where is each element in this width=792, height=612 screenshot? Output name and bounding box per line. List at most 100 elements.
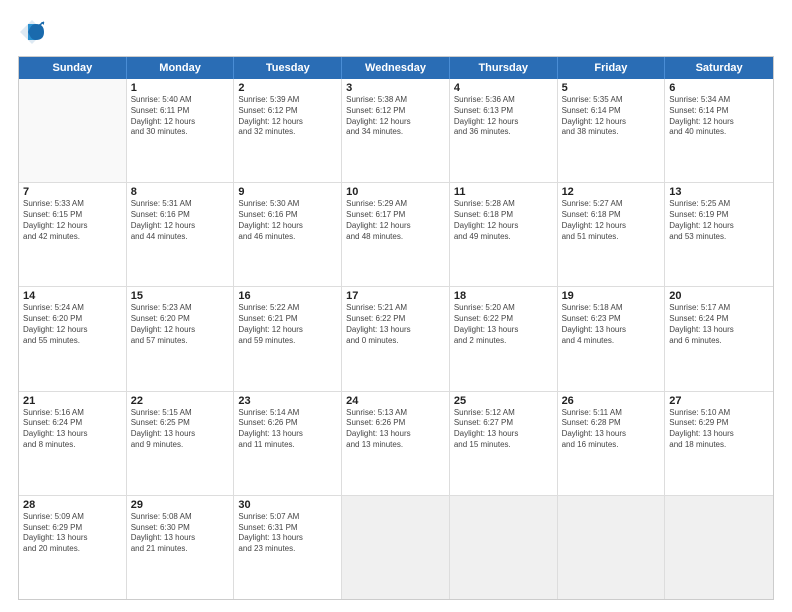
week-row-1: 1Sunrise: 5:40 AM Sunset: 6:11 PM Daylig… [19,79,773,183]
day-number: 18 [454,290,553,302]
day-number: 17 [346,290,445,302]
day-info: Sunrise: 5:35 AM Sunset: 6:14 PM Dayligh… [562,95,661,138]
day-number: 26 [562,395,661,407]
day-cell-2: 2Sunrise: 5:39 AM Sunset: 6:12 PM Daylig… [234,79,342,182]
day-info: Sunrise: 5:18 AM Sunset: 6:23 PM Dayligh… [562,303,661,346]
empty-cell [19,79,127,182]
day-cell-20: 20Sunrise: 5:17 AM Sunset: 6:24 PM Dayli… [665,287,773,390]
logo [18,18,50,46]
day-number: 5 [562,82,661,94]
day-number: 21 [23,395,122,407]
day-cell-28: 28Sunrise: 5:09 AM Sunset: 6:29 PM Dayli… [19,496,127,599]
day-cell-7: 7Sunrise: 5:33 AM Sunset: 6:15 PM Daylig… [19,183,127,286]
logo-icon [18,18,46,46]
day-info: Sunrise: 5:33 AM Sunset: 6:15 PM Dayligh… [23,199,122,242]
day-info: Sunrise: 5:13 AM Sunset: 6:26 PM Dayligh… [346,408,445,451]
day-number: 24 [346,395,445,407]
day-number: 8 [131,186,230,198]
day-number: 9 [238,186,337,198]
week-row-2: 7Sunrise: 5:33 AM Sunset: 6:15 PM Daylig… [19,183,773,287]
day-cell-21: 21Sunrise: 5:16 AM Sunset: 6:24 PM Dayli… [19,392,127,495]
calendar: SundayMondayTuesdayWednesdayThursdayFrid… [18,56,774,600]
day-cell-16: 16Sunrise: 5:22 AM Sunset: 6:21 PM Dayli… [234,287,342,390]
day-cell-12: 12Sunrise: 5:27 AM Sunset: 6:18 PM Dayli… [558,183,666,286]
day-number: 1 [131,82,230,94]
week-row-3: 14Sunrise: 5:24 AM Sunset: 6:20 PM Dayli… [19,287,773,391]
day-number: 6 [669,82,769,94]
day-cell-5: 5Sunrise: 5:35 AM Sunset: 6:14 PM Daylig… [558,79,666,182]
empty-cell [558,496,666,599]
day-cell-6: 6Sunrise: 5:34 AM Sunset: 6:14 PM Daylig… [665,79,773,182]
day-number: 4 [454,82,553,94]
day-number: 13 [669,186,769,198]
day-info: Sunrise: 5:25 AM Sunset: 6:19 PM Dayligh… [669,199,769,242]
day-number: 3 [346,82,445,94]
header-day-tuesday: Tuesday [234,57,342,79]
day-info: Sunrise: 5:09 AM Sunset: 6:29 PM Dayligh… [23,512,122,555]
day-cell-27: 27Sunrise: 5:10 AM Sunset: 6:29 PM Dayli… [665,392,773,495]
day-number: 30 [238,499,337,511]
day-number: 25 [454,395,553,407]
day-cell-3: 3Sunrise: 5:38 AM Sunset: 6:12 PM Daylig… [342,79,450,182]
day-info: Sunrise: 5:34 AM Sunset: 6:14 PM Dayligh… [669,95,769,138]
day-number: 10 [346,186,445,198]
day-info: Sunrise: 5:16 AM Sunset: 6:24 PM Dayligh… [23,408,122,451]
day-number: 27 [669,395,769,407]
day-info: Sunrise: 5:29 AM Sunset: 6:17 PM Dayligh… [346,199,445,242]
day-cell-4: 4Sunrise: 5:36 AM Sunset: 6:13 PM Daylig… [450,79,558,182]
day-number: 28 [23,499,122,511]
day-cell-29: 29Sunrise: 5:08 AM Sunset: 6:30 PM Dayli… [127,496,235,599]
day-cell-17: 17Sunrise: 5:21 AM Sunset: 6:22 PM Dayli… [342,287,450,390]
header-day-monday: Monday [127,57,235,79]
day-info: Sunrise: 5:39 AM Sunset: 6:12 PM Dayligh… [238,95,337,138]
day-number: 15 [131,290,230,302]
day-cell-23: 23Sunrise: 5:14 AM Sunset: 6:26 PM Dayli… [234,392,342,495]
calendar-header: SundayMondayTuesdayWednesdayThursdayFrid… [19,57,773,79]
day-cell-15: 15Sunrise: 5:23 AM Sunset: 6:20 PM Dayli… [127,287,235,390]
day-number: 23 [238,395,337,407]
day-cell-30: 30Sunrise: 5:07 AM Sunset: 6:31 PM Dayli… [234,496,342,599]
day-info: Sunrise: 5:22 AM Sunset: 6:21 PM Dayligh… [238,303,337,346]
day-number: 19 [562,290,661,302]
day-cell-13: 13Sunrise: 5:25 AM Sunset: 6:19 PM Dayli… [665,183,773,286]
day-number: 11 [454,186,553,198]
calendar-body: 1Sunrise: 5:40 AM Sunset: 6:11 PM Daylig… [19,79,773,599]
day-number: 22 [131,395,230,407]
day-info: Sunrise: 5:24 AM Sunset: 6:20 PM Dayligh… [23,303,122,346]
day-info: Sunrise: 5:10 AM Sunset: 6:29 PM Dayligh… [669,408,769,451]
header-day-sunday: Sunday [19,57,127,79]
header-day-saturday: Saturday [665,57,773,79]
day-cell-1: 1Sunrise: 5:40 AM Sunset: 6:11 PM Daylig… [127,79,235,182]
day-info: Sunrise: 5:08 AM Sunset: 6:30 PM Dayligh… [131,512,230,555]
header-day-friday: Friday [558,57,666,79]
day-number: 29 [131,499,230,511]
day-number: 12 [562,186,661,198]
week-row-4: 21Sunrise: 5:16 AM Sunset: 6:24 PM Dayli… [19,392,773,496]
day-cell-22: 22Sunrise: 5:15 AM Sunset: 6:25 PM Dayli… [127,392,235,495]
day-info: Sunrise: 5:30 AM Sunset: 6:16 PM Dayligh… [238,199,337,242]
week-row-5: 28Sunrise: 5:09 AM Sunset: 6:29 PM Dayli… [19,496,773,599]
day-number: 2 [238,82,337,94]
day-number: 16 [238,290,337,302]
header-day-wednesday: Wednesday [342,57,450,79]
day-info: Sunrise: 5:28 AM Sunset: 6:18 PM Dayligh… [454,199,553,242]
day-cell-11: 11Sunrise: 5:28 AM Sunset: 6:18 PM Dayli… [450,183,558,286]
day-cell-8: 8Sunrise: 5:31 AM Sunset: 6:16 PM Daylig… [127,183,235,286]
day-info: Sunrise: 5:36 AM Sunset: 6:13 PM Dayligh… [454,95,553,138]
day-info: Sunrise: 5:40 AM Sunset: 6:11 PM Dayligh… [131,95,230,138]
day-info: Sunrise: 5:11 AM Sunset: 6:28 PM Dayligh… [562,408,661,451]
day-number: 20 [669,290,769,302]
header [18,18,774,46]
day-cell-9: 9Sunrise: 5:30 AM Sunset: 6:16 PM Daylig… [234,183,342,286]
day-info: Sunrise: 5:38 AM Sunset: 6:12 PM Dayligh… [346,95,445,138]
day-info: Sunrise: 5:14 AM Sunset: 6:26 PM Dayligh… [238,408,337,451]
day-cell-24: 24Sunrise: 5:13 AM Sunset: 6:26 PM Dayli… [342,392,450,495]
day-cell-14: 14Sunrise: 5:24 AM Sunset: 6:20 PM Dayli… [19,287,127,390]
day-info: Sunrise: 5:21 AM Sunset: 6:22 PM Dayligh… [346,303,445,346]
day-info: Sunrise: 5:07 AM Sunset: 6:31 PM Dayligh… [238,512,337,555]
day-cell-10: 10Sunrise: 5:29 AM Sunset: 6:17 PM Dayli… [342,183,450,286]
day-info: Sunrise: 5:20 AM Sunset: 6:22 PM Dayligh… [454,303,553,346]
day-info: Sunrise: 5:23 AM Sunset: 6:20 PM Dayligh… [131,303,230,346]
day-info: Sunrise: 5:27 AM Sunset: 6:18 PM Dayligh… [562,199,661,242]
page: SundayMondayTuesdayWednesdayThursdayFrid… [0,0,792,612]
